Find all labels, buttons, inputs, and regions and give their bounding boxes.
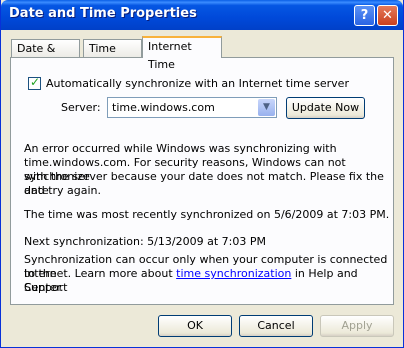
auto-sync-label[interactable]: Automatically synchronize with an Intern… xyxy=(46,77,349,91)
info-line-2: Internet. Learn more about time synchron… xyxy=(24,267,393,295)
error-line-4: and try again. xyxy=(24,184,102,197)
last-sync-text: The time was most recently synchronized … xyxy=(24,208,390,221)
time-sync-link[interactable]: time synchronization xyxy=(176,267,291,280)
tab-time-zone[interactable]: Time Zone xyxy=(83,39,142,73)
dialog-window: Date and Time Properties ? ✕ Date & Time… xyxy=(0,0,404,348)
internet-time-panel: Automatically synchronize with an Intern… xyxy=(10,57,394,305)
help-button[interactable]: ? xyxy=(354,5,375,26)
apply-button: Apply xyxy=(320,315,394,337)
update-now-button[interactable]: Update Now xyxy=(286,97,365,119)
error-line-1: An error occurred while Windows was sync… xyxy=(24,142,337,155)
ok-button[interactable]: OK xyxy=(158,315,232,337)
info-line-2-before: Internet. Learn more about xyxy=(24,267,177,280)
cancel-button[interactable]: Cancel xyxy=(239,315,313,337)
tab-internet-time[interactable]: Internet Time xyxy=(142,36,222,71)
window-title: Date and Time Properties xyxy=(9,6,197,21)
auto-sync-checkbox[interactable] xyxy=(28,75,41,90)
server-value: time.windows.com xyxy=(112,101,215,114)
server-label: Server: xyxy=(61,101,101,114)
info-line-3: Center. xyxy=(24,281,64,294)
close-button[interactable]: ✕ xyxy=(377,5,398,26)
chevron-down-icon[interactable]: ▼ xyxy=(258,99,275,116)
title-bar[interactable]: Date and Time Properties ? ✕ xyxy=(1,0,403,30)
server-dropdown[interactable]: time.windows.com ▼ xyxy=(107,97,277,118)
tab-date-time[interactable]: Date & Time xyxy=(11,39,80,73)
next-sync-text: Next synchronization: 5/13/2009 at 7:03 … xyxy=(24,235,266,248)
